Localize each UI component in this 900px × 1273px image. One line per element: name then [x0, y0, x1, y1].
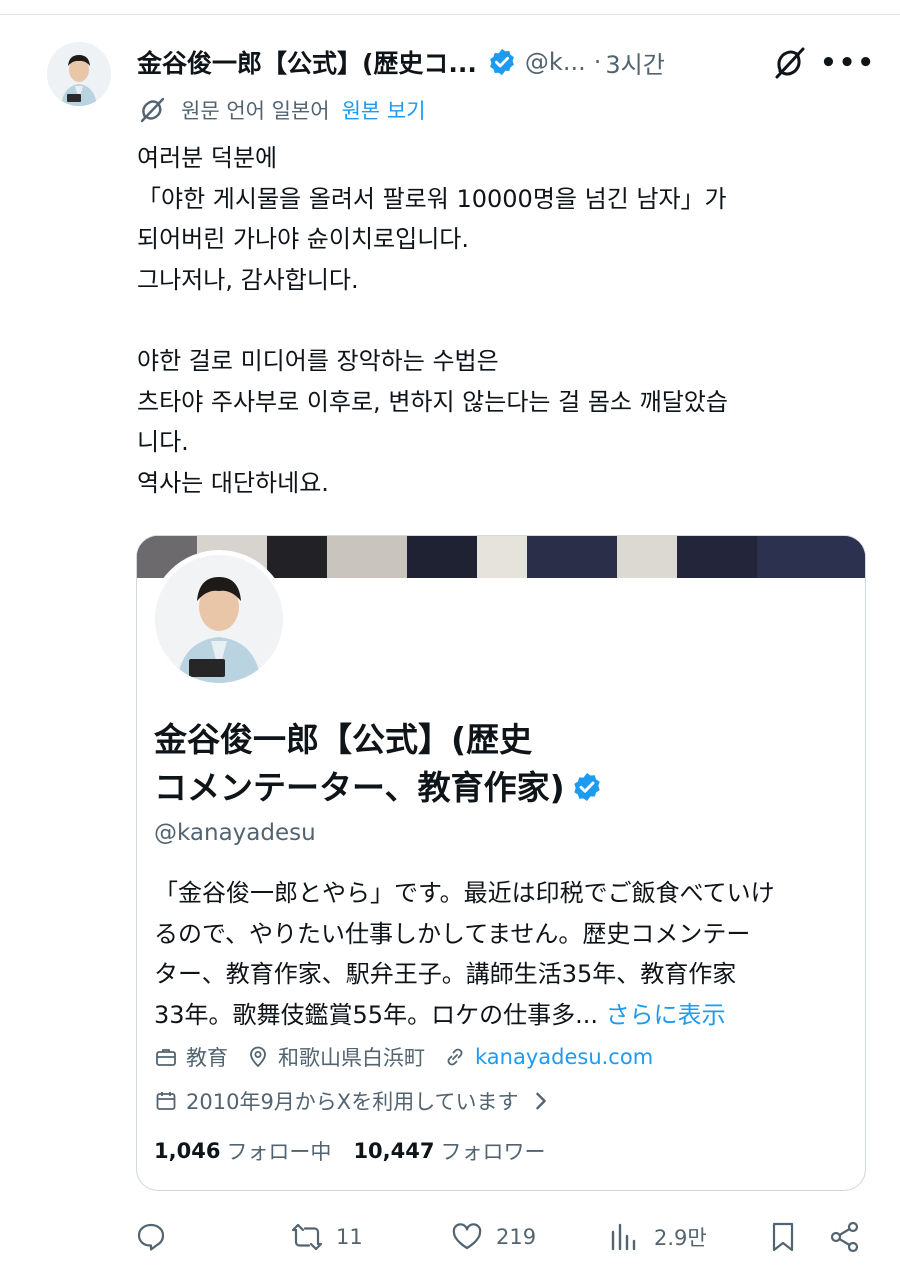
briefcase-icon — [156, 1049, 176, 1066]
tweet-line: 여러분 덕분에 — [137, 144, 278, 172]
location-item: 和歌山県白浜町 — [246, 1042, 425, 1072]
bio-line-last: 33年。歌舞伎鑑賞55年。ロケの仕事多... さらに表示 — [154, 995, 854, 1036]
tweet-text: 여러분 덕분에 「야한 게시물을 올려서 팔로워 10000명을 넘긴 남자」가… — [137, 138, 867, 503]
views-button[interactable]: 2.9만 — [608, 1215, 707, 1259]
category-label: 教育 — [186, 1046, 228, 1070]
tweet-line: 츠타야 주사부로 이후로, 변하지 않는다는 걸 몸소 깨달았습 — [137, 387, 728, 416]
profile-name-line1: 金谷俊一郎【公式】(歴史 — [154, 720, 533, 759]
reply-icon — [137, 1223, 165, 1251]
tweet-header: 金谷俊一郎【公式】(歴史コ... @k... · 3시간 — [137, 42, 877, 82]
link-icon — [447, 1048, 463, 1066]
translation-note: 원문 언어 일본어 — [181, 99, 330, 123]
joined-date[interactable]: 2010年9月からXを利用しています — [154, 1084, 561, 1118]
heart-icon — [452, 1223, 482, 1250]
separator-dot: · — [593, 48, 602, 76]
followers-count[interactable]: 10,447 — [353, 1139, 434, 1163]
followers-label[interactable]: フォロワー — [440, 1136, 545, 1166]
location-label: 和歌山県白浜町 — [278, 1046, 425, 1070]
bio-line: るので、やりたい仕事しかしてません。歴史コメンテー — [154, 919, 751, 948]
translate-icon — [140, 97, 165, 123]
translation-bar: 원문 언어 일본어 원본 보기 — [137, 92, 426, 128]
profile-name-line2: コメンテーター、教育作家) — [154, 768, 565, 807]
reply-button[interactable] — [134, 1215, 180, 1259]
author-avatar[interactable] — [47, 42, 111, 106]
tweet-line: 그나저나, 감사합니다. — [137, 265, 359, 294]
author-handle[interactable]: @k... — [525, 48, 586, 76]
joined-label: 2010年9月からXを利用しています — [186, 1090, 519, 1114]
verified-badge-icon — [490, 48, 514, 76]
profile-avatar[interactable] — [150, 550, 288, 688]
following-count[interactable]: 1,046 — [154, 1139, 220, 1163]
profile-meta: 教育 和歌山県白浜町 kanayadesu.com — [154, 1039, 671, 1075]
top-divider — [0, 14, 900, 15]
tweet-actions: 11 219 2.9만 — [134, 1215, 874, 1259]
tweet-time[interactable]: 3시간 — [605, 45, 664, 80]
location-pin-icon — [250, 1046, 266, 1068]
chevron-right-icon — [535, 1092, 546, 1110]
bookmark-button[interactable] — [766, 1215, 800, 1259]
like-button[interactable]: 219 — [450, 1215, 536, 1259]
views-count: 2.9만 — [654, 1226, 707, 1250]
follow-stats: 1,046 フォロー中 10,447 フォロワー — [154, 1134, 567, 1168]
profile-avatar-photo — [155, 555, 283, 683]
tweet-line: 되어버린 가나야 슌이치로입니다. — [137, 225, 470, 254]
tweet-line: 역사는 대단하네요. — [137, 468, 329, 497]
grok-icon[interactable] — [770, 44, 808, 82]
website-item[interactable]: kanayadesu.com — [443, 1045, 653, 1069]
profile-name: 金谷俊一郎【公式】(歴史 コメンテーター、教育作家) — [154, 716, 754, 812]
like-count: 219 — [496, 1225, 537, 1249]
tweet-line: 니다. — [137, 428, 189, 457]
bio-line: ター、教育作家、駅弁王子。講師生活35年、教育作家 — [154, 960, 737, 988]
more-options-icon[interactable]: ••• — [820, 44, 874, 82]
verified-badge-icon — [574, 773, 600, 801]
retweet-button[interactable]: 11 — [290, 1215, 363, 1259]
tweet-line: 「야한 게시물을 올려서 팔로워 10000명을 넘긴 남자」가 — [137, 184, 727, 213]
website-link[interactable]: kanayadesu.com — [475, 1045, 653, 1069]
show-more-link[interactable]: さらに表示 — [606, 1001, 726, 1029]
profile-bio: 「金谷俊一郎とやら」です。最近は印税でご飯食べていけ るので、やりたい仕事しかし… — [154, 873, 854, 1035]
retweet-icon — [291, 1223, 323, 1251]
following-label[interactable]: フォロー中 — [226, 1136, 331, 1166]
share-icon — [830, 1221, 859, 1253]
view-original-link[interactable]: 원본 보기 — [342, 95, 426, 125]
profile-card[interactable]: 金谷俊一郎【公式】(歴史 コメンテーター、教育作家) @kanayadesu 「… — [136, 535, 866, 1191]
views-chart-icon — [611, 1223, 636, 1251]
calendar-icon — [156, 1092, 176, 1110]
bookmark-icon — [772, 1222, 794, 1252]
profile-handle: @kanayadesu — [154, 820, 316, 846]
category-item: 教育 — [154, 1042, 228, 1072]
tweet-line: 야한 걸로 미디어를 장악하는 수법은 — [137, 346, 499, 375]
avatar-photo — [47, 42, 111, 106]
bio-line: 「金谷俊一郎とやら」です。最近は印税でご飯食べていけ — [154, 879, 775, 907]
retweet-count: 11 — [336, 1225, 363, 1249]
share-button[interactable] — [828, 1215, 862, 1259]
author-name[interactable]: 金谷俊一郎【公式】(歴史コ... — [137, 44, 477, 80]
bio-line: 33年。歌舞伎鑑賞55年。ロケの仕事多... — [154, 1000, 598, 1029]
